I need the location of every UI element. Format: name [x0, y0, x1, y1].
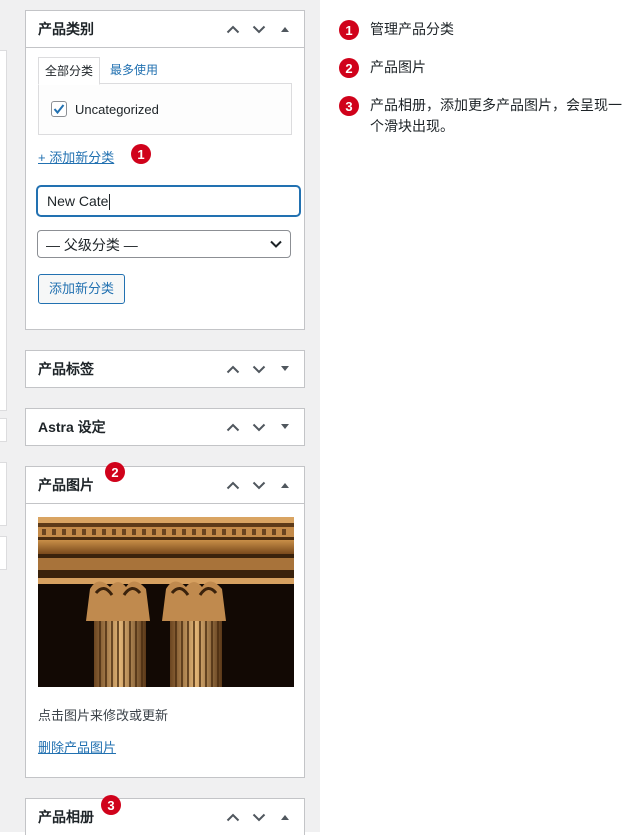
move-down-button[interactable] — [246, 467, 272, 503]
note-badge-2: 2 — [339, 58, 359, 78]
select-value: — 父级分类 — — [46, 237, 138, 253]
astra-settings-header[interactable]: Astra 设定 — [26, 409, 304, 445]
product-image-thumbnail[interactable] — [38, 517, 294, 687]
chevron-up-icon — [226, 423, 240, 431]
collapse-toggle-button[interactable] — [272, 11, 298, 47]
move-up-button[interactable] — [220, 799, 246, 835]
annotation-badge-1: 1 — [131, 144, 151, 164]
collapse-toggle-button[interactable] — [272, 409, 298, 445]
collapse-toggle-button[interactable] — [272, 467, 298, 503]
product-gallery-header[interactable]: 产品相册 — [26, 799, 304, 835]
chevron-up-icon — [226, 365, 240, 373]
chevron-up-icon — [226, 481, 240, 489]
triangle-down-icon — [281, 424, 289, 429]
product-tags-header[interactable]: 产品标签 — [26, 351, 304, 387]
move-up-button[interactable] — [220, 409, 246, 445]
annotation-badge-2: 2 — [105, 462, 125, 482]
sidebar-column: 产品类别 全部分类 最多使用 Uncategorized + 添加新分类 New… — [0, 0, 320, 835]
tab-most-used[interactable]: 最多使用 — [100, 57, 164, 83]
box-title: 产品标签 — [38, 361, 94, 377]
column-photo-image — [38, 517, 294, 687]
collapse-toggle-button[interactable] — [272, 799, 298, 835]
chevron-down-icon — [252, 25, 266, 33]
remove-product-image-link[interactable]: 删除产品图片 — [38, 737, 116, 756]
chevron-up-icon — [226, 813, 240, 821]
move-down-button[interactable] — [246, 409, 272, 445]
note-text-1: 管理产品分类 — [370, 21, 454, 37]
left-edge-panel — [0, 118, 7, 411]
move-up-button[interactable] — [220, 351, 246, 387]
left-edge-panel — [0, 536, 7, 570]
move-up-button[interactable] — [220, 467, 246, 503]
triangle-up-icon — [281, 815, 289, 820]
note-text-2: 产品图片 — [370, 59, 426, 75]
chevron-down-icon — [252, 423, 266, 431]
category-checklist: Uncategorized — [38, 83, 292, 135]
add-new-category-link[interactable]: + 添加新分类 — [38, 147, 114, 166]
new-category-input[interactable]: New Cate — [37, 186, 300, 216]
triangle-up-icon — [281, 27, 289, 32]
left-edge-panel — [0, 50, 7, 120]
collapse-toggle-button[interactable] — [272, 351, 298, 387]
category-checkbox[interactable] — [51, 101, 67, 117]
add-new-category-button[interactable]: 添加新分类 — [38, 274, 126, 304]
note-text-3: 产品相册，添加更多产品图片，会呈现一个滑块出现。 — [370, 97, 622, 134]
note-badge-1: 1 — [339, 20, 359, 40]
image-caption: 点击图片来修改或更新 — [38, 708, 169, 723]
left-edge-panel — [0, 462, 7, 526]
move-down-button[interactable] — [246, 799, 272, 835]
left-edge-panel — [0, 418, 7, 442]
product-gallery-box: 产品相册 — [25, 798, 305, 835]
tab-all-categories[interactable]: 全部分类 — [38, 57, 101, 85]
note-badge-3: 3 — [339, 96, 359, 116]
product-categories-box: 产品类别 全部分类 最多使用 Uncategorized + 添加新分类 New… — [25, 10, 305, 330]
chevron-down-icon — [252, 813, 266, 821]
annotation-badge-3: 3 — [101, 795, 121, 815]
category-label: Uncategorized — [75, 102, 159, 117]
chevron-down-icon — [252, 481, 266, 489]
product-image-header[interactable]: 产品图片 — [26, 467, 304, 504]
triangle-down-icon — [281, 366, 289, 371]
chevron-down-icon — [270, 240, 282, 248]
move-down-button[interactable] — [246, 351, 272, 387]
product-image-box: 产品图片 点击图片来修改或更新 删除产品图片 — [25, 466, 305, 778]
product-categories-header[interactable]: 产品类别 — [26, 11, 304, 48]
checkmark-icon — [53, 104, 65, 115]
chevron-up-icon — [226, 25, 240, 33]
box-title: Astra 设定 — [38, 419, 106, 435]
parent-category-select[interactable]: — 父级分类 — — [37, 230, 291, 258]
move-down-button[interactable] — [246, 11, 272, 47]
box-title: 产品图片 — [38, 477, 94, 493]
chevron-down-icon — [252, 365, 266, 373]
box-title: 产品相册 — [38, 809, 94, 825]
input-value: New Cate — [47, 193, 109, 209]
move-up-button[interactable] — [220, 11, 246, 47]
triangle-up-icon — [281, 483, 289, 488]
box-title: 产品类别 — [38, 21, 94, 37]
product-tags-box: 产品标签 — [25, 350, 305, 388]
text-caret — [109, 194, 111, 211]
astra-settings-box: Astra 设定 — [25, 408, 305, 446]
